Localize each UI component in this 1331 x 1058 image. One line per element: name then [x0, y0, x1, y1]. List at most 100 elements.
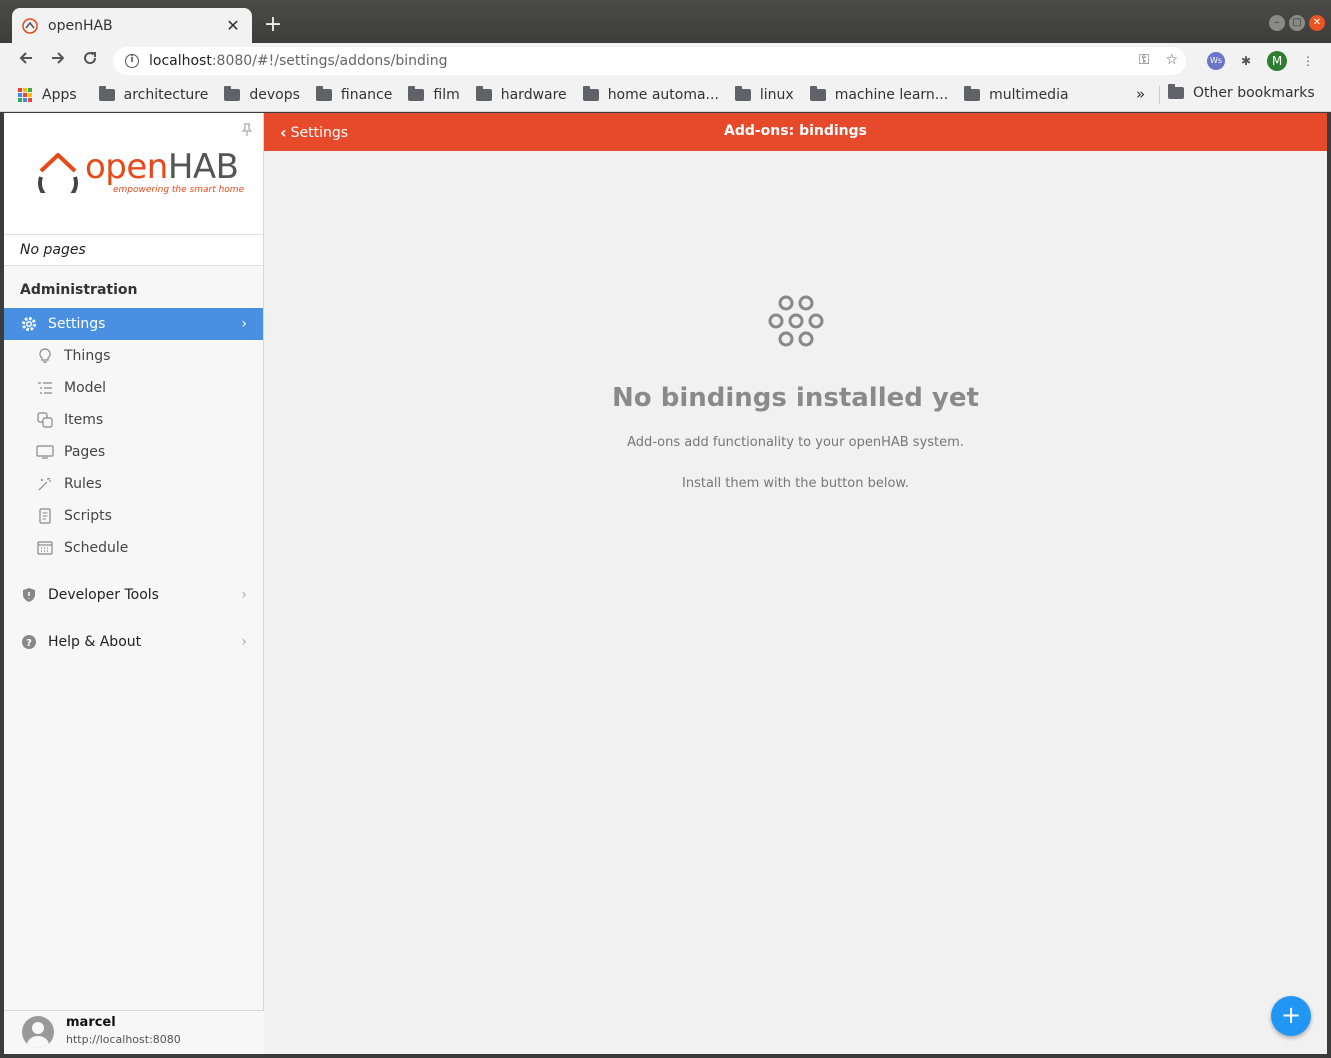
key-icon[interactable]: ⚿	[1139, 52, 1150, 68]
bookmark-folder[interactable]: machine learn...	[809, 85, 949, 103]
sidebar-item-items[interactable]: Items	[4, 404, 263, 436]
bookmark-label: devops	[249, 86, 300, 103]
monitor-icon	[36, 443, 54, 461]
menu-kebab-icon[interactable]: ⋮	[1299, 52, 1317, 70]
folder-icon	[582, 85, 599, 101]
folder-icon	[98, 85, 115, 101]
url-path: :8080/#!/settings/addons/binding	[211, 53, 448, 69]
sidebar-item-help-about[interactable]: ? Help & About ›	[4, 626, 263, 658]
user-name: marcel	[66, 1015, 116, 1030]
bookmark-label: Apps	[42, 86, 77, 103]
sidebar-item-label: Rules	[64, 476, 102, 492]
no-pages-label: No pages	[4, 235, 263, 266]
wand-icon	[36, 475, 54, 493]
sidebar-item-model[interactable]: Model	[4, 372, 263, 404]
add-binding-button[interactable]: +	[1271, 996, 1311, 1036]
apps-grid-icon	[18, 87, 32, 102]
folder-icon	[475, 85, 492, 101]
bookmark-apps[interactable]: Apps	[18, 87, 77, 103]
items-icon	[36, 411, 54, 429]
gear-icon	[20, 315, 38, 333]
sidebar-item-label: Pages	[64, 444, 106, 460]
folder-icon	[408, 85, 425, 101]
omnibox-actions: ⚿ ☆	[1139, 52, 1178, 68]
folder-icon	[734, 85, 751, 101]
extension-icon[interactable]: Ws	[1207, 52, 1225, 70]
minimize-button[interactable]: –	[1269, 15, 1285, 31]
close-window-button[interactable]: ✕	[1309, 15, 1325, 31]
tab-close-icon[interactable]: ✕	[224, 16, 242, 35]
sidebar-item-rules[interactable]: Rules	[4, 468, 263, 500]
star-icon[interactable]: ☆	[1165, 52, 1178, 68]
bookmark-label: hardware	[500, 86, 567, 103]
shield-icon	[20, 586, 38, 604]
list-tree-icon	[36, 379, 54, 397]
browser-tab[interactable]: openHAB ✕	[12, 8, 252, 43]
bookmark-folder[interactable]: architecture	[98, 85, 209, 103]
sidebar-item-label: Model	[64, 380, 107, 396]
sidebar-item-label: Schedule	[64, 540, 129, 556]
sidebar-item-schedule[interactable]: Schedule	[4, 532, 263, 564]
other-bookmarks-label: Other bookmarks	[1193, 85, 1315, 101]
address-bar[interactable]: i localhost:8080/#!/settings/addons/bind…	[113, 47, 1186, 75]
bookmark-label: machine learn...	[834, 86, 949, 103]
sidebar-item-things[interactable]: Things	[4, 340, 263, 372]
bookmark-folder[interactable]: multimedia	[964, 85, 1069, 103]
bookmark-label: architecture	[123, 86, 209, 103]
sidebar-item-pages[interactable]: Pages	[4, 436, 263, 468]
bookmark-label: film	[433, 86, 460, 103]
side-panel: openHAB empowering the smart home No pag…	[4, 113, 264, 1054]
navbar: ‹ Settings Add-ons: bindings	[264, 113, 1327, 151]
reload-icon[interactable]	[78, 49, 102, 73]
back-arrow-icon[interactable]	[14, 49, 38, 73]
folder-icon	[224, 85, 241, 101]
pin-icon[interactable]	[241, 123, 253, 140]
openhab-logo[interactable]: openHAB empowering the smart home	[35, 147, 244, 195]
sidebar-item-scripts[interactable]: Scripts	[4, 500, 263, 532]
calendar-icon	[36, 539, 54, 557]
bookmark-folder[interactable]: devops	[224, 85, 300, 103]
bookmark-folder[interactable]: finance	[315, 85, 393, 103]
puzzle-icon[interactable]: ✱	[1237, 52, 1255, 70]
logo-area: openHAB empowering the smart home	[4, 113, 263, 235]
main-view: ‹ Settings Add-ons: bindings No bindings…	[264, 113, 1327, 1054]
url-host: localhost	[149, 53, 212, 69]
forward-arrow-icon[interactable]	[46, 49, 70, 73]
sidebar-item-label: Items	[64, 412, 104, 428]
profile-avatar[interactable]: M	[1267, 51, 1287, 71]
bookmark-label: finance	[340, 86, 393, 103]
sidebar-item-label: Help & About	[48, 634, 142, 650]
empty-state-hint: Install them with the button below.	[682, 476, 909, 491]
bookmark-folder[interactable]: hardware	[475, 85, 567, 103]
chevron-right-icon: ›	[241, 316, 247, 332]
bookmark-folder[interactable]: film	[408, 85, 460, 103]
new-tab-button[interactable]: +	[262, 14, 284, 36]
openhab-app: openHAB empowering the smart home No pag…	[4, 113, 1327, 1054]
user-profile[interactable]: marcel http://localhost:8080	[4, 1010, 264, 1054]
bookmarks-divider	[1159, 86, 1160, 104]
bookmark-folder[interactable]: home automa...	[582, 85, 719, 103]
help-icon: ?	[20, 633, 38, 651]
svg-text:?: ?	[26, 638, 32, 649]
chevron-right-icon: ›	[241, 587, 247, 603]
sidebar-item-developer-tools[interactable]: Developer Tools ›	[4, 579, 263, 611]
site-info-icon[interactable]: i	[125, 54, 139, 68]
administration-title: Administration	[20, 282, 138, 298]
openhab-logo-icon	[38, 153, 78, 193]
other-bookmarks[interactable]: Other bookmarks	[1168, 84, 1315, 101]
empty-state-title: No bindings installed yet	[612, 383, 979, 413]
chevron-right-icon: ›	[241, 634, 247, 650]
sidebar-item-settings[interactable]: Settings ›	[4, 308, 263, 340]
bookmark-folder[interactable]: linux	[734, 85, 794, 103]
sidebar-item-label: Settings	[48, 316, 106, 332]
window-controls: – □ ✕	[1269, 15, 1325, 31]
bookmark-label: linux	[759, 86, 794, 103]
user-server-url: http://localhost:8080	[66, 1033, 181, 1046]
bookmarks-overflow-button[interactable]: »	[1136, 85, 1145, 103]
extensions-area: Ws ✱ M ⋮	[1207, 51, 1317, 71]
bookmarks-bar: Apps architecture devops finance film ha…	[0, 78, 1331, 112]
empty-state: No bindings installed yet Add-ons add fu…	[264, 293, 1327, 491]
bookmark-label: multimedia	[989, 86, 1069, 103]
maximize-button[interactable]: □	[1289, 15, 1305, 31]
sidebar-item-label: Developer Tools	[48, 587, 159, 603]
